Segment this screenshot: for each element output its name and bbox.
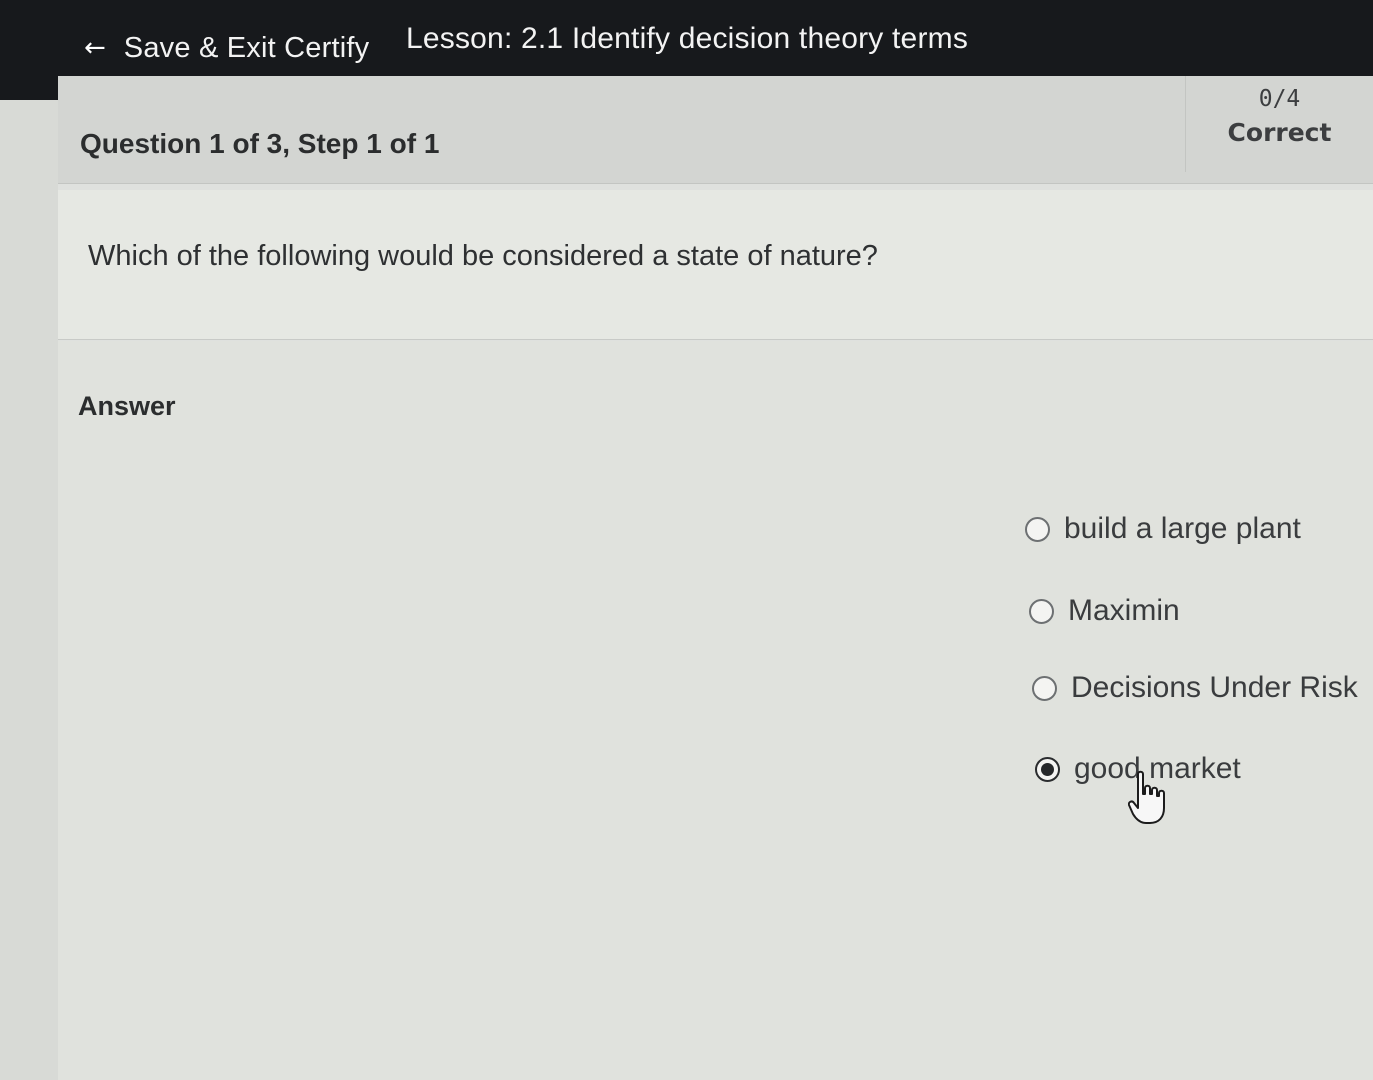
left-arrow-icon: ← bbox=[84, 33, 106, 63]
option-label: Maximin bbox=[1068, 594, 1180, 627]
radio-button[interactable] bbox=[1029, 598, 1054, 624]
radio-button[interactable] bbox=[1032, 675, 1057, 701]
save-exit-label: Save & Exit Certify bbox=[123, 31, 370, 64]
question-step-label: Question 1 of 3, Step 1 of 1 bbox=[80, 128, 440, 159]
hand-pointer-icon bbox=[1128, 770, 1165, 824]
question-prompt: Which of the following would be consider… bbox=[88, 240, 878, 272]
radio-button-selected[interactable] bbox=[1035, 756, 1060, 782]
save-exit-button[interactable]: ← Save & Exit Certify bbox=[84, 28, 369, 68]
score-box: 0/4 Correct bbox=[1185, 76, 1373, 172]
answer-label: Answer bbox=[78, 391, 176, 421]
option-label: build a large plant bbox=[1064, 512, 1301, 545]
option-decisions-under-risk[interactable]: Decisions Under Risk bbox=[1032, 671, 1358, 705]
option-maximin[interactable]: Maximin bbox=[1029, 594, 1180, 628]
option-label: Decisions Under Risk bbox=[1071, 671, 1358, 704]
lesson-title: Lesson: 2.1 Identify decision theory ter… bbox=[406, 22, 969, 55]
radio-button[interactable] bbox=[1025, 516, 1050, 542]
question-header: Question 1 of 3, Step 1 of 1 0/4 Correct bbox=[58, 76, 1373, 184]
answer-area: Answer bbox=[58, 341, 1373, 1080]
score-value: 0/4 bbox=[1258, 86, 1301, 112]
option-build-a-large-plant[interactable]: build a large plant bbox=[1025, 512, 1301, 546]
question-area: Which of the following would be consider… bbox=[58, 190, 1373, 340]
left-margin bbox=[0, 100, 58, 1080]
score-status: Correct bbox=[1227, 118, 1332, 147]
